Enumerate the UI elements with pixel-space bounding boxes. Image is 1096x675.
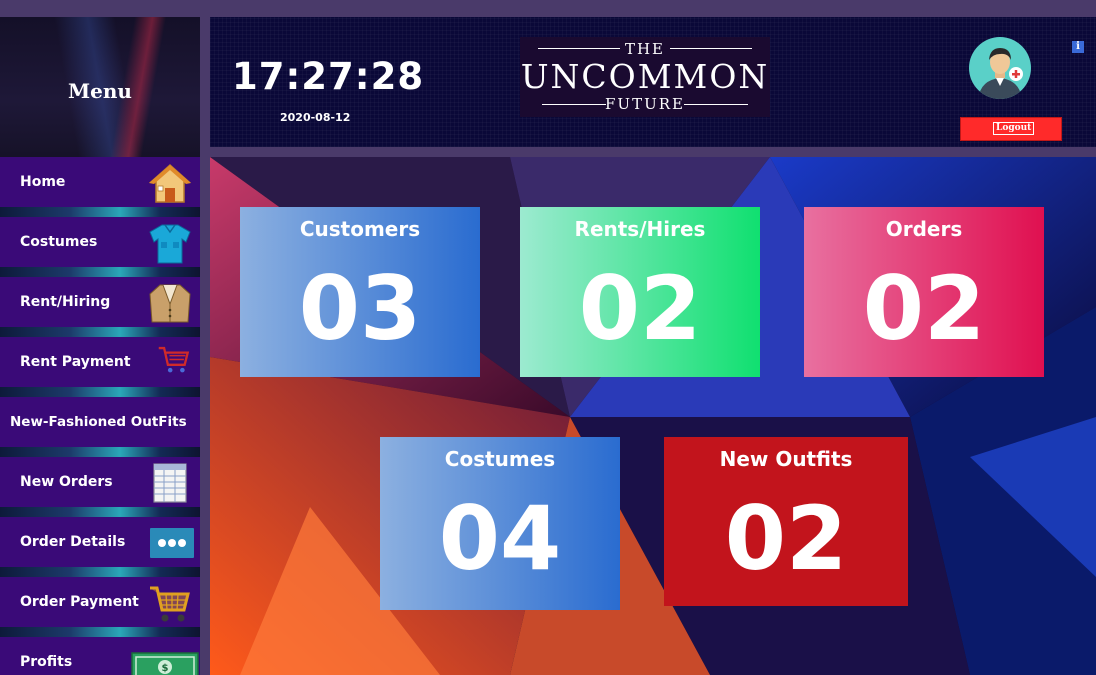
shopping-cart-icon xyxy=(150,586,190,622)
suit-jacket-icon xyxy=(149,284,191,323)
card-title: Costumes xyxy=(444,447,556,471)
sidebar-item-rent-payment[interactable]: Rent Payment xyxy=(0,337,200,397)
svg-text:$: $ xyxy=(162,663,169,674)
top-strip xyxy=(0,0,1096,17)
user-avatar-icon[interactable] xyxy=(968,36,1032,100)
header: 17:27:28 2020-08-12 THE UNCOMMON FUTURE … xyxy=(210,17,1096,147)
card-title: Rents/Hires xyxy=(574,217,706,241)
menu-list: Home Costumes Rent/Hiring Rent Payment N… xyxy=(0,157,200,675)
logo-bottom-text: FUTURE xyxy=(605,95,685,113)
rents-hires-card[interactable]: Rents/Hires 02 xyxy=(520,207,760,377)
costumes-card[interactable]: Costumes 04 xyxy=(380,437,620,610)
logout-button[interactable]: Logout xyxy=(960,117,1062,141)
card-value: 02 xyxy=(578,257,702,360)
menu-header: Menu xyxy=(0,17,200,157)
info-icon[interactable]: i xyxy=(1072,41,1084,53)
sidebar-item-home[interactable]: Home xyxy=(0,157,200,217)
dashboard-main: Customers 03 Rents/Hires 02 Orders 02 Co… xyxy=(210,157,1096,675)
sidebar-item-order-details[interactable]: Order Details xyxy=(0,517,200,577)
sidebar-item-new-fashioned-outfits[interactable]: New-Fashioned OutFits xyxy=(0,397,200,457)
menu-title: Menu xyxy=(68,79,132,103)
sidebar-item-label: Rent/Hiring xyxy=(20,294,111,310)
logout-label: Logout xyxy=(993,122,1035,135)
sidebar-item-label: Order Details xyxy=(20,534,126,550)
card-title: Customers xyxy=(299,217,421,241)
sidebar-item-order-payment[interactable]: Order Payment xyxy=(0,577,200,637)
new-outfits-card[interactable]: New Outfits 02 xyxy=(664,437,908,606)
card-value: 04 xyxy=(438,487,562,590)
sidebar-item-label: Costumes xyxy=(20,234,98,250)
money-stack-icon: $ xyxy=(131,652,199,675)
card-value: 02 xyxy=(724,487,848,590)
logo-top-text: THE xyxy=(624,40,666,58)
sidebar-item-rent-hiring[interactable]: Rent/Hiring xyxy=(0,277,200,337)
customers-card[interactable]: Customers 03 xyxy=(240,207,480,377)
clock: 17:27:28 xyxy=(232,55,425,98)
date: 2020-08-12 xyxy=(280,111,351,124)
sidebar-item-label: New-Fashioned OutFits xyxy=(10,414,187,430)
sidebar-item-label: Profits xyxy=(20,654,73,670)
orders-card[interactable]: Orders 02 xyxy=(804,207,1044,377)
logo-main-text: UNCOMMON xyxy=(520,57,770,96)
sidebar-item-label: Home xyxy=(20,174,66,190)
header-divider xyxy=(210,147,1096,157)
sidebar-item-label: Order Payment xyxy=(20,594,139,610)
card-title: New Outfits xyxy=(719,447,853,471)
sidebar-item-profits[interactable]: Profits $ xyxy=(0,637,200,675)
card-title: Orders xyxy=(885,217,963,241)
shirt-icon xyxy=(149,224,191,264)
spreadsheet-icon xyxy=(153,463,187,503)
shopping-cart-icon xyxy=(158,346,190,373)
house-icon xyxy=(149,163,191,203)
more-dots-icon xyxy=(150,528,194,558)
brand-logo: THE UNCOMMON FUTURE xyxy=(520,37,770,117)
card-value: 03 xyxy=(298,257,422,360)
sidebar: Menu Home Costumes Rent/Hiring Rent Paym… xyxy=(0,17,200,675)
card-value: 02 xyxy=(862,257,986,360)
sidebar-item-costumes[interactable]: Costumes xyxy=(0,217,200,277)
sidebar-item-new-orders[interactable]: New Orders xyxy=(0,457,200,517)
sidebar-item-label: Rent Payment xyxy=(20,354,131,370)
sidebar-item-label: New Orders xyxy=(20,474,113,490)
